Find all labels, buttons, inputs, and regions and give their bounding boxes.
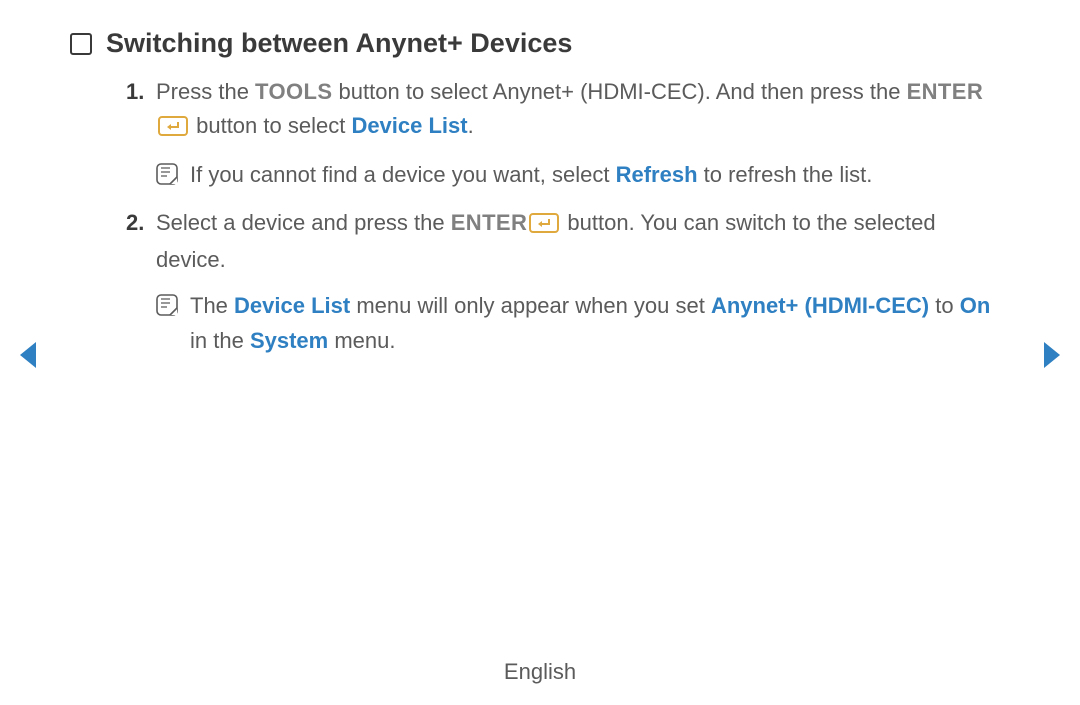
note-text: If you cannot find a device you want, se… <box>190 162 616 187</box>
enter-icon <box>158 112 188 146</box>
step-1: Press the TOOLS button to select Anynet+… <box>130 75 1010 192</box>
step-text: Select a device and press the <box>156 210 451 235</box>
nav-prev-button[interactable] <box>16 340 38 375</box>
step-text: button to select <box>190 113 351 138</box>
step-text: . <box>468 113 474 138</box>
anynet-label: Anynet+ (HDMI-CEC) <box>711 293 929 318</box>
step-text: button to select Anynet+ (HDMI-CEC). And… <box>332 79 906 104</box>
note-text: menu. <box>328 328 395 353</box>
note-text: menu will only appear when you set <box>350 293 711 318</box>
nav-next-button[interactable] <box>1042 340 1064 375</box>
page-content: Switching between Anynet+ Devices Press … <box>0 0 1080 358</box>
device-list-label: Device List <box>351 113 467 138</box>
enter-icon <box>529 209 559 243</box>
note-text: to refresh the list. <box>698 162 873 187</box>
note-text: to <box>929 293 960 318</box>
refresh-label: Refresh <box>616 162 698 187</box>
note-icon <box>156 161 178 195</box>
step-text: Press the <box>156 79 255 104</box>
note-text: in the <box>190 328 250 353</box>
bookmark-square-icon <box>70 33 92 55</box>
system-label: System <box>250 328 328 353</box>
footer-language: English <box>0 659 1080 685</box>
note-icon <box>156 292 178 326</box>
tools-label: TOOLS <box>255 79 332 104</box>
title-row: Switching between Anynet+ Devices <box>70 28 1010 59</box>
enter-label: ENTER <box>451 210 528 235</box>
on-label: On <box>960 293 991 318</box>
triangle-left-icon <box>16 340 38 370</box>
triangle-right-icon <box>1042 340 1064 370</box>
page-title: Switching between Anynet+ Devices <box>106 28 572 59</box>
note-text: The <box>190 293 234 318</box>
enter-label: ENTER <box>907 79 984 104</box>
step-2: Select a device and press the ENTER butt… <box>130 206 1010 357</box>
note-block: The Device List menu will only appear wh… <box>156 289 1010 357</box>
steps-list: Press the TOOLS button to select Anynet+… <box>70 75 1010 358</box>
device-list-label: Device List <box>234 293 350 318</box>
note-block: If you cannot find a device you want, se… <box>156 158 1010 192</box>
